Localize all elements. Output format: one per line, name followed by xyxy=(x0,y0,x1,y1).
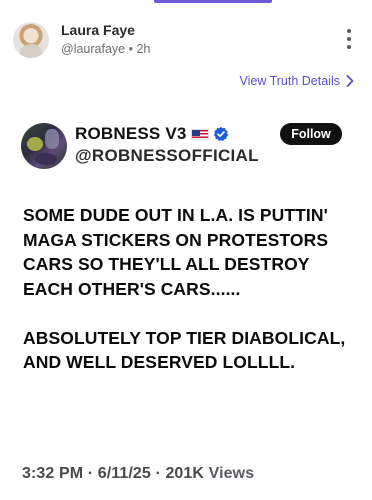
post-footer-meta: 3:32 PM · 6/11/25 · 201K Views xyxy=(22,465,254,483)
author-avatar[interactable] xyxy=(13,22,49,58)
chevron-right-icon xyxy=(346,75,354,87)
meta-dot-1: · xyxy=(87,465,94,482)
author-handle[interactable]: @laurafaye xyxy=(61,42,125,56)
verified-badge-icon xyxy=(213,126,228,141)
post-paragraph-1: SOME DUDE OUT IN L.A. IS PUTTIN' MAGA ST… xyxy=(23,205,329,299)
quoted-author-avatar[interactable] xyxy=(21,123,67,169)
follow-button[interactable]: Follow xyxy=(280,123,342,145)
meta-separator: • xyxy=(128,42,133,56)
post-time-ago: 2h xyxy=(136,42,151,56)
views-count[interactable]: 201K xyxy=(165,465,204,482)
views-label[interactable]: Views xyxy=(209,465,255,482)
post-date: 6/11/25 xyxy=(97,465,151,482)
meta-dot-2: · xyxy=(155,465,161,482)
quoted-display-name[interactable]: ROBNESS V3 xyxy=(75,124,187,144)
quoted-post-body: SOME DUDE OUT IN L.A. IS PUTTIN' MAGA ST… xyxy=(23,203,358,399)
tab-indicator xyxy=(154,0,272,3)
us-flag-icon xyxy=(190,128,209,140)
quoted-handle[interactable]: @ROBNESSOFFICIAL xyxy=(75,146,259,166)
view-truth-details-link[interactable]: View Truth Details xyxy=(239,74,354,88)
view-truth-details-label: View Truth Details xyxy=(239,74,340,88)
post-paragraph-2: ABSOLUTELY TOP TIER DIABOLICAL, AND WELL… xyxy=(23,327,346,373)
author-meta: @laurafaye • 2h xyxy=(61,42,150,56)
quoted-display-name-row: ROBNESS V3 xyxy=(75,124,229,144)
post-time: 3:32 PM xyxy=(22,465,84,482)
more-vertical-icon[interactable] xyxy=(346,29,352,49)
post-header: Laura Faye @laurafaye • 2h xyxy=(0,14,372,64)
author-name[interactable]: Laura Faye xyxy=(61,22,135,38)
